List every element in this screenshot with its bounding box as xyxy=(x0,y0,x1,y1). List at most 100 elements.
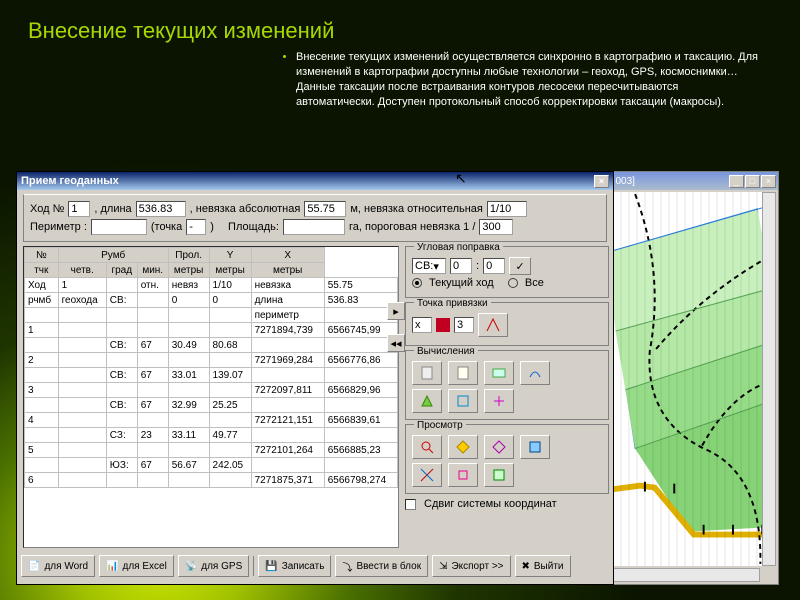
save-button[interactable]: 💾Записать xyxy=(258,555,331,577)
quarter-select[interactable]: СВ:▾ xyxy=(412,258,446,274)
view-btn-6[interactable] xyxy=(448,463,478,487)
cell[interactable]: 139.07 xyxy=(209,368,251,383)
cell[interactable]: СВ: xyxy=(106,398,137,413)
cell[interactable] xyxy=(168,383,209,398)
anchor-pick-button[interactable] xyxy=(478,313,508,337)
perim-input[interactable] xyxy=(91,219,147,235)
cell[interactable] xyxy=(25,428,59,443)
cell[interactable]: 55.75 xyxy=(324,278,397,293)
cell[interactable] xyxy=(209,413,251,428)
data-grid[interactable]: №РумбПрол.YXтчкчетв.градмин.метрыметрыме… xyxy=(23,246,399,548)
cell[interactable]: СВ: xyxy=(106,293,137,308)
cell[interactable]: 6566839,61 xyxy=(324,413,397,428)
cell[interactable]: периметр xyxy=(251,308,324,323)
cell[interactable]: 7271969,284 xyxy=(251,353,324,368)
cell[interactable]: 1/10 xyxy=(209,278,251,293)
cell[interactable]: 5 xyxy=(25,443,59,458)
cell[interactable]: 67 xyxy=(137,398,168,413)
cell[interactable] xyxy=(251,398,324,413)
cell[interactable]: СВ: xyxy=(106,338,137,353)
cell[interactable] xyxy=(324,428,397,443)
cell[interactable]: СВ: xyxy=(106,368,137,383)
cell[interactable]: 6566885,23 xyxy=(324,443,397,458)
cell[interactable] xyxy=(106,278,137,293)
cell[interactable] xyxy=(168,443,209,458)
cell[interactable] xyxy=(209,443,251,458)
apply-angle-button[interactable]: ✓ xyxy=(509,257,531,275)
view-btn-7[interactable] xyxy=(484,463,514,487)
radio-all[interactable] xyxy=(508,278,518,288)
cell[interactable] xyxy=(58,308,106,323)
cell[interactable]: 49.77 xyxy=(209,428,251,443)
minimize-button[interactable]: _ xyxy=(729,175,744,188)
cell[interactable] xyxy=(168,323,209,338)
table-row[interactable]: СВ:6730.4980.68 xyxy=(25,338,398,353)
cell[interactable]: 4 xyxy=(25,413,59,428)
cell[interactable] xyxy=(106,443,137,458)
cell[interactable] xyxy=(25,338,59,353)
cell[interactable] xyxy=(58,443,106,458)
cell[interactable]: 7271875,371 xyxy=(251,473,324,488)
cell[interactable] xyxy=(137,413,168,428)
cell[interactable] xyxy=(58,353,106,368)
cell[interactable]: 30.49 xyxy=(168,338,209,353)
area-input[interactable] xyxy=(283,219,345,235)
cell[interactable]: ЮЗ: xyxy=(106,458,137,473)
cell[interactable] xyxy=(58,413,106,428)
cell[interactable] xyxy=(25,368,59,383)
cell[interactable]: 6566798,274 xyxy=(324,473,397,488)
nevrel-input[interactable]: 1/10 xyxy=(487,201,527,217)
calc-btn-5[interactable] xyxy=(412,389,442,413)
anchor-x[interactable]: x xyxy=(412,317,432,333)
cell[interactable]: 32.99 xyxy=(168,398,209,413)
table-row[interactable]: СВ:6732.9925.25 xyxy=(25,398,398,413)
nevabs-input[interactable]: 55.75 xyxy=(304,201,346,217)
threshold-input[interactable]: 300 xyxy=(479,219,513,235)
deg-input[interactable]: 0 xyxy=(450,258,472,274)
table-row[interactable]: 57272101,2646566885,23 xyxy=(25,443,398,458)
cell[interactable] xyxy=(137,308,168,323)
cell[interactable]: 6566776,86 xyxy=(324,353,397,368)
cell[interactable]: отн. xyxy=(137,278,168,293)
cell[interactable] xyxy=(209,323,251,338)
view-btn-2[interactable] xyxy=(448,435,478,459)
cell[interactable] xyxy=(106,308,137,323)
cell[interactable]: 2 xyxy=(25,353,59,368)
calc-btn-3[interactable] xyxy=(484,361,514,385)
grid-left-button[interactable]: ◂◂ xyxy=(387,334,405,352)
cell[interactable]: рчмб xyxy=(25,293,59,308)
cell[interactable] xyxy=(137,323,168,338)
anchor-n[interactable]: 3 xyxy=(454,317,474,333)
cell[interactable]: 7272097,811 xyxy=(251,383,324,398)
radio-current[interactable] xyxy=(412,278,422,288)
cell[interactable] xyxy=(324,368,397,383)
calc-btn-2[interactable] xyxy=(448,361,478,385)
cell[interactable] xyxy=(58,338,106,353)
maximize-button[interactable]: □ xyxy=(745,175,760,188)
table-row[interactable]: 67271875,3716566798,274 xyxy=(25,473,398,488)
cell[interactable]: 67 xyxy=(137,338,168,353)
cell[interactable] xyxy=(58,368,106,383)
shift-checkbox[interactable] xyxy=(405,499,416,510)
table-row[interactable]: ЮЗ:6756.67242.05 xyxy=(25,458,398,473)
cell[interactable]: Ход xyxy=(25,278,59,293)
table-row[interactable]: 17271894,7396566745,99 xyxy=(25,323,398,338)
table-row[interactable]: 2 7271969,2846566776,86 xyxy=(25,353,398,368)
cell[interactable]: 7272121,151 xyxy=(251,413,324,428)
cell[interactable]: 0 xyxy=(168,293,209,308)
cell[interactable] xyxy=(168,308,209,323)
grid-right-button[interactable]: ▸ xyxy=(387,302,405,320)
cell[interactable]: 242.05 xyxy=(209,458,251,473)
cell[interactable] xyxy=(25,458,59,473)
table-row[interactable]: периметр xyxy=(25,308,398,323)
hodno-input[interactable]: 1 xyxy=(68,201,90,217)
cell[interactable] xyxy=(137,353,168,368)
cell[interactable] xyxy=(168,473,209,488)
cell[interactable]: 25.25 xyxy=(209,398,251,413)
export-button[interactable]: ⇲Экспорт >> xyxy=(432,555,510,577)
view-btn-5[interactable] xyxy=(412,463,442,487)
cell[interactable]: 67 xyxy=(137,458,168,473)
export-excel-button[interactable]: 📊для Excel xyxy=(99,555,174,577)
cell[interactable] xyxy=(137,473,168,488)
to-block-button[interactable]: ⤵Ввести в блок xyxy=(335,555,428,577)
